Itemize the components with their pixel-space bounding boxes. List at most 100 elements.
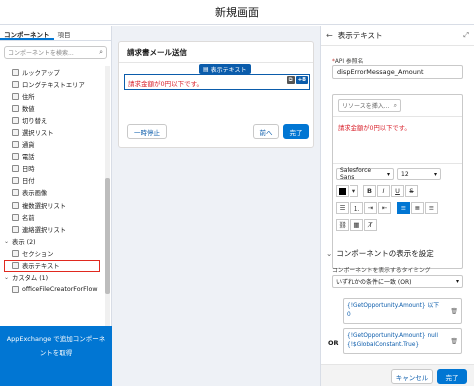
toolbar-divider xyxy=(333,163,462,164)
screen-title: 請求書メール送信 xyxy=(127,48,187,57)
italic-button[interactable]: I xyxy=(377,185,390,197)
font-size-select[interactable]: 12 ▾ xyxy=(397,168,441,180)
component-tools: ⧉ +8 xyxy=(286,76,308,84)
condition-logic-select[interactable]: いずれかの条件に一致 (OR) ▾ xyxy=(332,275,463,288)
component-icon xyxy=(12,189,19,197)
appexchange-label-1: AppExchange で追加コンポーネ xyxy=(6,335,106,343)
visibility-section-header[interactable]: ⌄ コンポーネントの表示を設定 xyxy=(326,248,434,259)
component-item[interactable]: 数値 xyxy=(0,102,104,114)
component-icon xyxy=(12,213,19,221)
component-item[interactable]: officeFileCreatorForFlow xyxy=(0,284,104,296)
component-item[interactable]: 日付 xyxy=(0,175,104,187)
component-item[interactable]: ロングテキストエリア xyxy=(0,78,104,90)
underline-button[interactable]: U xyxy=(391,185,404,197)
search-placeholder: コンポーネントを検索... xyxy=(8,50,74,57)
component-icon xyxy=(12,129,19,137)
insert-resource-input[interactable]: リソースを挿入... ⌕ xyxy=(338,99,401,112)
indent-icon[interactable]: ⇥ xyxy=(364,202,377,214)
selected-component-tag: ▤ 表示テキスト xyxy=(199,64,251,74)
component-item[interactable]: 通貨 xyxy=(0,139,104,151)
condition-logic-value: いずれかの条件に一致 (OR) xyxy=(336,279,412,286)
component-item-label: ルックアップ xyxy=(22,69,60,77)
component-item[interactable]: 住所 xyxy=(0,90,104,102)
back-arrow-icon[interactable]: ← xyxy=(326,31,333,40)
condition-row-2[interactable]: {!GetOpportunity.Amount} null {!$GlobalC… xyxy=(343,328,462,354)
copy-icon[interactable]: ⧉ xyxy=(286,76,295,84)
condition-1-value: 0 xyxy=(347,312,351,318)
properties-panel: ← 表示テキスト ⤢ *API 参照名 dispErrorMessage_Amo… xyxy=(320,26,474,386)
previous-button[interactable]: 前へ xyxy=(253,124,279,139)
component-item[interactable]: 名前 xyxy=(0,211,104,223)
component-icon xyxy=(12,201,19,209)
scrollbar-thumb[interactable] xyxy=(105,178,110,294)
component-item[interactable]: セクション xyxy=(0,247,104,259)
link-icon[interactable]: ⛓ xyxy=(336,219,349,231)
font-size-value: 12 xyxy=(401,170,409,178)
component-group-header[interactable]: ⌄ カスタム (1) xyxy=(0,272,104,284)
add-component-button[interactable]: +8 xyxy=(295,76,308,84)
palette-scrollbar[interactable] xyxy=(105,66,110,342)
delete-icon[interactable]: 🗑 xyxy=(450,337,458,346)
display-text-component[interactable]: 請求金額が0円以下です。 ⧉ +8 xyxy=(124,74,310,90)
component-item[interactable]: 切り替え xyxy=(0,114,104,126)
color-dropdown-icon[interactable]: ▾ xyxy=(350,185,358,197)
numbered-list-icon[interactable]: ⒈ xyxy=(350,202,363,214)
component-item-label: セクション xyxy=(22,250,54,258)
flow-canvas: 請求書メール送信 ▤ 表示テキスト 請求金額が0円以下です。 ⧉ +8 一時停止… xyxy=(112,26,320,386)
cancel-button[interactable]: キャンセル xyxy=(391,369,433,384)
component-item-label: ロングテキストエリア xyxy=(22,81,85,89)
outdent-icon[interactable]: ⇤ xyxy=(378,202,391,214)
component-item-label: 連絡選択リスト xyxy=(22,226,67,234)
visibility-section-title: コンポーネントの表示を設定 xyxy=(336,249,434,258)
error-text: 請求金額が0円以下です。 xyxy=(128,80,203,88)
strikethrough-button[interactable]: S xyxy=(405,185,418,197)
display-text-icon: ▤ xyxy=(203,65,209,73)
component-item[interactable]: 複数選択リスト xyxy=(0,199,104,211)
done-button[interactable]: 完了 xyxy=(437,369,467,384)
component-search-input[interactable]: コンポーネントを検索... ⌕ xyxy=(4,46,107,59)
bullet-list-icon[interactable]: ☰ xyxy=(336,202,349,214)
component-item-label: 電話 xyxy=(22,154,35,162)
api-name-input[interactable]: dispErrorMessage_Amount xyxy=(332,65,463,79)
component-item[interactable]: 選択リスト xyxy=(0,126,104,138)
finish-button[interactable]: 完了 xyxy=(283,124,309,139)
condition-2-value: {!$GlobalConstant.True} xyxy=(347,342,420,348)
component-item-label: 住所 xyxy=(22,93,35,101)
condition-2-text: {!GetOpportunity.Amount} null xyxy=(347,333,439,339)
component-tag-label: 表示テキスト xyxy=(210,66,247,74)
component-item-label: 表示テキスト xyxy=(22,263,60,271)
align-right-icon[interactable]: ≡ xyxy=(425,202,438,214)
delete-icon[interactable]: 🗑 xyxy=(450,307,458,316)
expand-icon[interactable]: ⤢ xyxy=(463,31,469,40)
component-item-highlighted[interactable]: 表示テキスト xyxy=(4,259,100,272)
rich-text-editor: リソースを挿入... ⌕ 請求金額が0円以下です。 Salesforce San… xyxy=(332,94,463,269)
tab-fields[interactable]: 項目 xyxy=(54,26,75,40)
bold-button[interactable]: B xyxy=(363,185,376,197)
clear-format-icon[interactable]: T̸ xyxy=(364,219,377,231)
component-icon xyxy=(12,92,19,100)
component-item[interactable]: 電話 xyxy=(0,151,104,163)
component-item[interactable]: ルックアップ xyxy=(0,66,104,78)
component-icon xyxy=(12,225,19,233)
tab-components[interactable]: コンポーネント xyxy=(0,26,54,40)
component-group-header[interactable]: ⌄ 表示 (2) xyxy=(0,235,104,247)
condition-row-1[interactable]: {!GetOpportunity.Amount} 以下 0 🗑 xyxy=(343,298,462,324)
component-item[interactable]: 表示画像 xyxy=(0,187,104,199)
modal-footer: キャンセル 完了 xyxy=(321,364,474,386)
font-family-select[interactable]: Salesforce Sans ▾ xyxy=(336,167,394,181)
component-icon xyxy=(12,249,19,257)
component-item[interactable]: 連絡選択リスト xyxy=(0,223,104,235)
pause-button[interactable]: 一時停止 xyxy=(127,124,167,139)
or-label: OR xyxy=(328,339,339,347)
chevron-down-icon: ▾ xyxy=(386,170,390,178)
component-item-label: 複数選択リスト xyxy=(22,202,67,210)
align-left-icon[interactable]: ≡ xyxy=(397,202,410,214)
align-center-icon[interactable]: ≣ xyxy=(411,202,424,214)
editor-body-text[interactable]: 請求金額が0円以下です。 xyxy=(338,123,411,132)
component-item[interactable]: 日時 xyxy=(0,163,104,175)
appexchange-button[interactable]: AppExchange で追加コンポーネ ントを取得 xyxy=(0,326,112,386)
component-item-label: 切り替え xyxy=(22,117,48,125)
chevron-down-icon: ▾ xyxy=(433,170,437,178)
image-icon[interactable]: ▦ xyxy=(350,219,363,231)
text-color-button[interactable] xyxy=(336,185,349,197)
